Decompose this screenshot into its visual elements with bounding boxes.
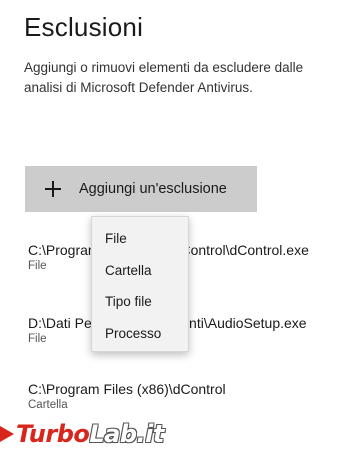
plus-icon (45, 181, 61, 197)
watermark-part1: Turbo (16, 420, 90, 448)
menu-item-file-type[interactable]: Tipo file (92, 286, 188, 318)
menu-item-process[interactable]: Processo (92, 318, 188, 350)
menu-item-folder[interactable]: Cartella (92, 255, 188, 287)
exclusion-type-menu: File Cartella Tipo file Processo (91, 216, 189, 352)
add-exclusion-label: Aggiungi un'esclusione (79, 181, 227, 197)
watermark-arrow-icon (0, 426, 14, 442)
turbolab-watermark: Turbo Lab .it (0, 418, 164, 450)
add-exclusion-button[interactable]: Aggiungi un'esclusione (25, 166, 257, 212)
exclusion-type: Cartella (28, 399, 68, 411)
exclusion-path: C:\Program Files (x86)\dControl (28, 381, 226, 397)
page-description: Aggiungi o rimuovi elementi da escludere… (24, 60, 304, 95)
watermark-part2: Lab (89, 420, 137, 448)
watermark-part3: .it (136, 420, 165, 448)
exclusions-page: Esclusioni Aggiungi o rimuovi elementi d… (0, 0, 344, 450)
menu-item-file[interactable]: File (92, 223, 188, 255)
exclusion-item[interactable]: C:\Program Files (x86)\dControl Cartella (28, 380, 328, 413)
page-title: Esclusioni (24, 12, 144, 42)
